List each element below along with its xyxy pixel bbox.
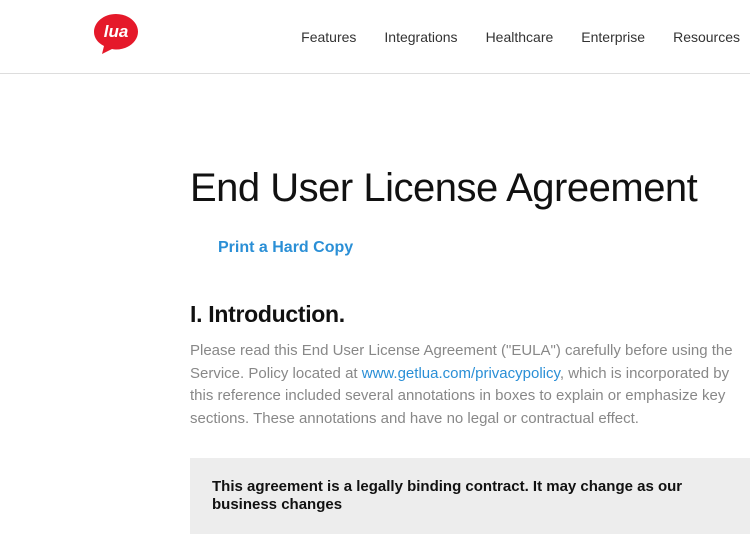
section-heading-introduction: I. Introduction.: [190, 301, 750, 328]
nav-item-integrations[interactable]: Integrations: [384, 29, 457, 45]
nav-item-healthcare[interactable]: Healthcare: [486, 29, 554, 45]
privacy-policy-link[interactable]: www.getlua.com/privacypolicy: [362, 365, 560, 382]
header: lua Features Integrations Healthcare Ent…: [0, 0, 750, 74]
print-link[interactable]: Print a Hard Copy: [218, 239, 353, 257]
nav-item-enterprise[interactable]: Enterprise: [581, 29, 645, 45]
nav: Features Integrations Healthcare Enterpr…: [301, 29, 750, 45]
annotation-box: This agreement is a legally binding cont…: [190, 458, 750, 534]
logo[interactable]: lua: [90, 12, 142, 61]
svg-text:lua: lua: [104, 22, 129, 41]
intro-paragraph: Please read this End User License Agreem…: [190, 340, 750, 430]
annotation-text: This agreement is a legally binding cont…: [212, 478, 682, 513]
page-title: End User License Agreement: [190, 166, 750, 211]
nav-item-resources[interactable]: Resources: [673, 29, 740, 45]
nav-item-features[interactable]: Features: [301, 29, 356, 45]
content: End User License Agreement Print a Hard …: [0, 166, 750, 534]
